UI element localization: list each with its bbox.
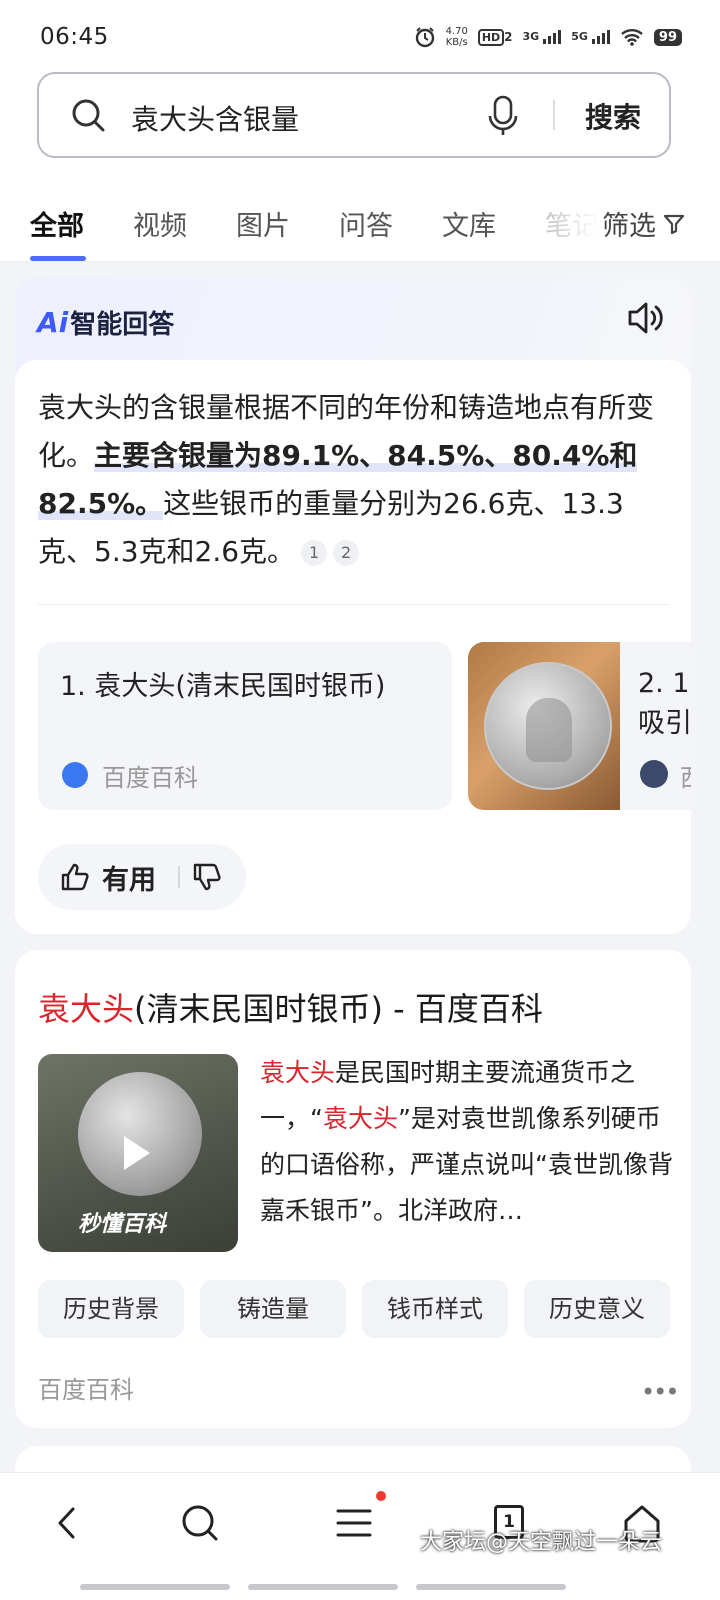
search-icon xyxy=(72,99,105,132)
author-avatar xyxy=(640,760,668,788)
source-title-line1: 2. 12 xyxy=(638,668,691,699)
microphone-icon[interactable] xyxy=(485,94,521,138)
signal-3g-icon: 3G xyxy=(523,30,562,44)
tab-video[interactable]: 视频 xyxy=(133,204,187,243)
more-icon[interactable]: ••• xyxy=(641,1378,679,1406)
tab-bar: 全部 视频 图片 问答 文库 笔记 筛选 xyxy=(0,186,720,262)
filter-label: 筛选 xyxy=(602,211,656,242)
back-icon[interactable] xyxy=(46,1501,90,1545)
chip-mintage[interactable]: 铸造量 xyxy=(200,1280,346,1338)
tab-images[interactable]: 图片 xyxy=(236,204,290,243)
speed-value: 4.70 xyxy=(445,26,468,37)
source-card-1[interactable]: 1. 袁大头(清末民国时银币) 百度百科 xyxy=(38,642,452,810)
result-title[interactable]: 袁大头(清末民国时银币) - 百度百科 xyxy=(38,984,543,1030)
chip-coin-style[interactable]: 钱币样式 xyxy=(362,1280,508,1338)
ai-answer-text: 袁大头的含银量根据不同的年份和铸造地点有所变化。主要含银量为89.1%、84.5… xyxy=(38,384,678,576)
menu-icon[interactable] xyxy=(332,1501,376,1545)
tab-all[interactable]: 全部 xyxy=(30,204,84,243)
tab-fade xyxy=(538,186,598,260)
play-icon xyxy=(124,1136,150,1170)
speed-unit: KB/s xyxy=(445,37,468,48)
video-thumbnail[interactable]: 秒懂百科 xyxy=(38,1054,238,1252)
hd-label: HD xyxy=(477,28,505,46)
status-time: 06:45 xyxy=(40,24,109,50)
coin-image xyxy=(468,642,620,810)
header: 06:45 4.70 KB/s HD 2 3G 5G 99 袁大头含银量 搜索 xyxy=(0,0,720,186)
ai-logo-mark: Ai xyxy=(37,306,69,339)
divider xyxy=(38,604,668,605)
ai-logo-text: 智能回答 xyxy=(70,310,175,340)
reference-badge[interactable]: 2 xyxy=(333,540,360,566)
chip-history-background[interactable]: 历史背景 xyxy=(38,1280,184,1338)
thumb-up-icon[interactable] xyxy=(60,862,90,892)
coin-image xyxy=(78,1072,202,1196)
ai-answer-card: Ai 智能回答 袁大头的含银量根据不同的年份和铸造地点有所变化。主要含银量为89… xyxy=(15,278,691,934)
result-title-keyword: 袁大头 xyxy=(38,990,135,1028)
result-source: 百度百科 xyxy=(38,1376,134,1404)
thumb-down-icon[interactable] xyxy=(192,862,222,892)
desc-keyword: 袁大头 xyxy=(260,1058,336,1087)
video-watermark: 秒懂百科 xyxy=(78,1212,167,1237)
search-nav-icon[interactable] xyxy=(178,1501,222,1545)
search-input[interactable]: 袁大头含银量 xyxy=(131,98,299,138)
reference-badge[interactable]: 1 xyxy=(301,540,328,566)
source-title: 2. 12 吸引 xyxy=(638,664,691,744)
net1-label: 3G xyxy=(522,30,540,43)
feedback-divider xyxy=(178,866,180,888)
notification-dot xyxy=(376,1491,386,1501)
wifi-icon xyxy=(621,29,643,46)
hd-icon: HD 2 xyxy=(477,28,513,46)
search-divider xyxy=(553,100,555,130)
search-box[interactable]: 袁大头含银量 搜索 xyxy=(37,72,671,158)
status-icons: 4.70 KB/s HD 2 3G 5G 99 xyxy=(414,26,682,48)
active-tab-indicator xyxy=(30,256,86,261)
source-site: 百度百科 xyxy=(102,764,198,792)
gesture-bar xyxy=(416,1584,566,1590)
gesture-bar xyxy=(248,1584,398,1590)
search-button[interactable]: 搜索 xyxy=(585,96,641,136)
source-title: 1. 袁大头(清末民国时银币) xyxy=(60,671,386,702)
silver-coin xyxy=(484,662,612,790)
result-card: 袁大头(清末民国时银币) - 百度百科 秒懂百科 袁大头是民国时期主要流通货币之… xyxy=(15,950,691,1428)
result-title-rest: (清末民国时银币) - 百度百科 xyxy=(134,990,543,1028)
forum-watermark: 大家坛@天空飘过一朵云 xyxy=(420,1530,663,1555)
useful-label[interactable]: 有用 xyxy=(102,858,156,897)
tab-qa[interactable]: 问答 xyxy=(339,204,393,243)
result-description: 袁大头是民国时期主要流通货币之一，“袁大头”是对袁世凯像系列硬币的口语俗称，严谨… xyxy=(260,1050,680,1234)
source-card-2[interactable]: 2. 12 吸引 西 xyxy=(468,642,691,810)
source-site: 西 xyxy=(680,758,691,793)
ai-logo: Ai 智能回答 xyxy=(37,304,174,341)
tab-library[interactable]: 文库 xyxy=(442,204,496,243)
funnel-icon xyxy=(663,214,685,234)
feedback-pill: 有用 xyxy=(38,844,246,910)
baike-logo-icon xyxy=(62,762,88,788)
filter-button[interactable]: 筛选 xyxy=(602,204,686,243)
source-title-line2: 吸引 xyxy=(638,708,691,739)
battery-icon: 99 xyxy=(653,28,682,46)
speaker-icon[interactable] xyxy=(627,300,665,336)
gesture-bar xyxy=(80,1584,230,1590)
net2-label: 5G xyxy=(571,30,588,43)
alarm-icon xyxy=(415,27,434,48)
network-speed: 4.70 KB/s xyxy=(446,26,468,48)
desc-keyword: 袁大头 xyxy=(322,1104,398,1133)
chip-historical-significance[interactable]: 历史意义 xyxy=(524,1280,670,1338)
hd-sub: 2 xyxy=(504,29,513,44)
signal-5g-icon: 5G xyxy=(571,30,610,44)
